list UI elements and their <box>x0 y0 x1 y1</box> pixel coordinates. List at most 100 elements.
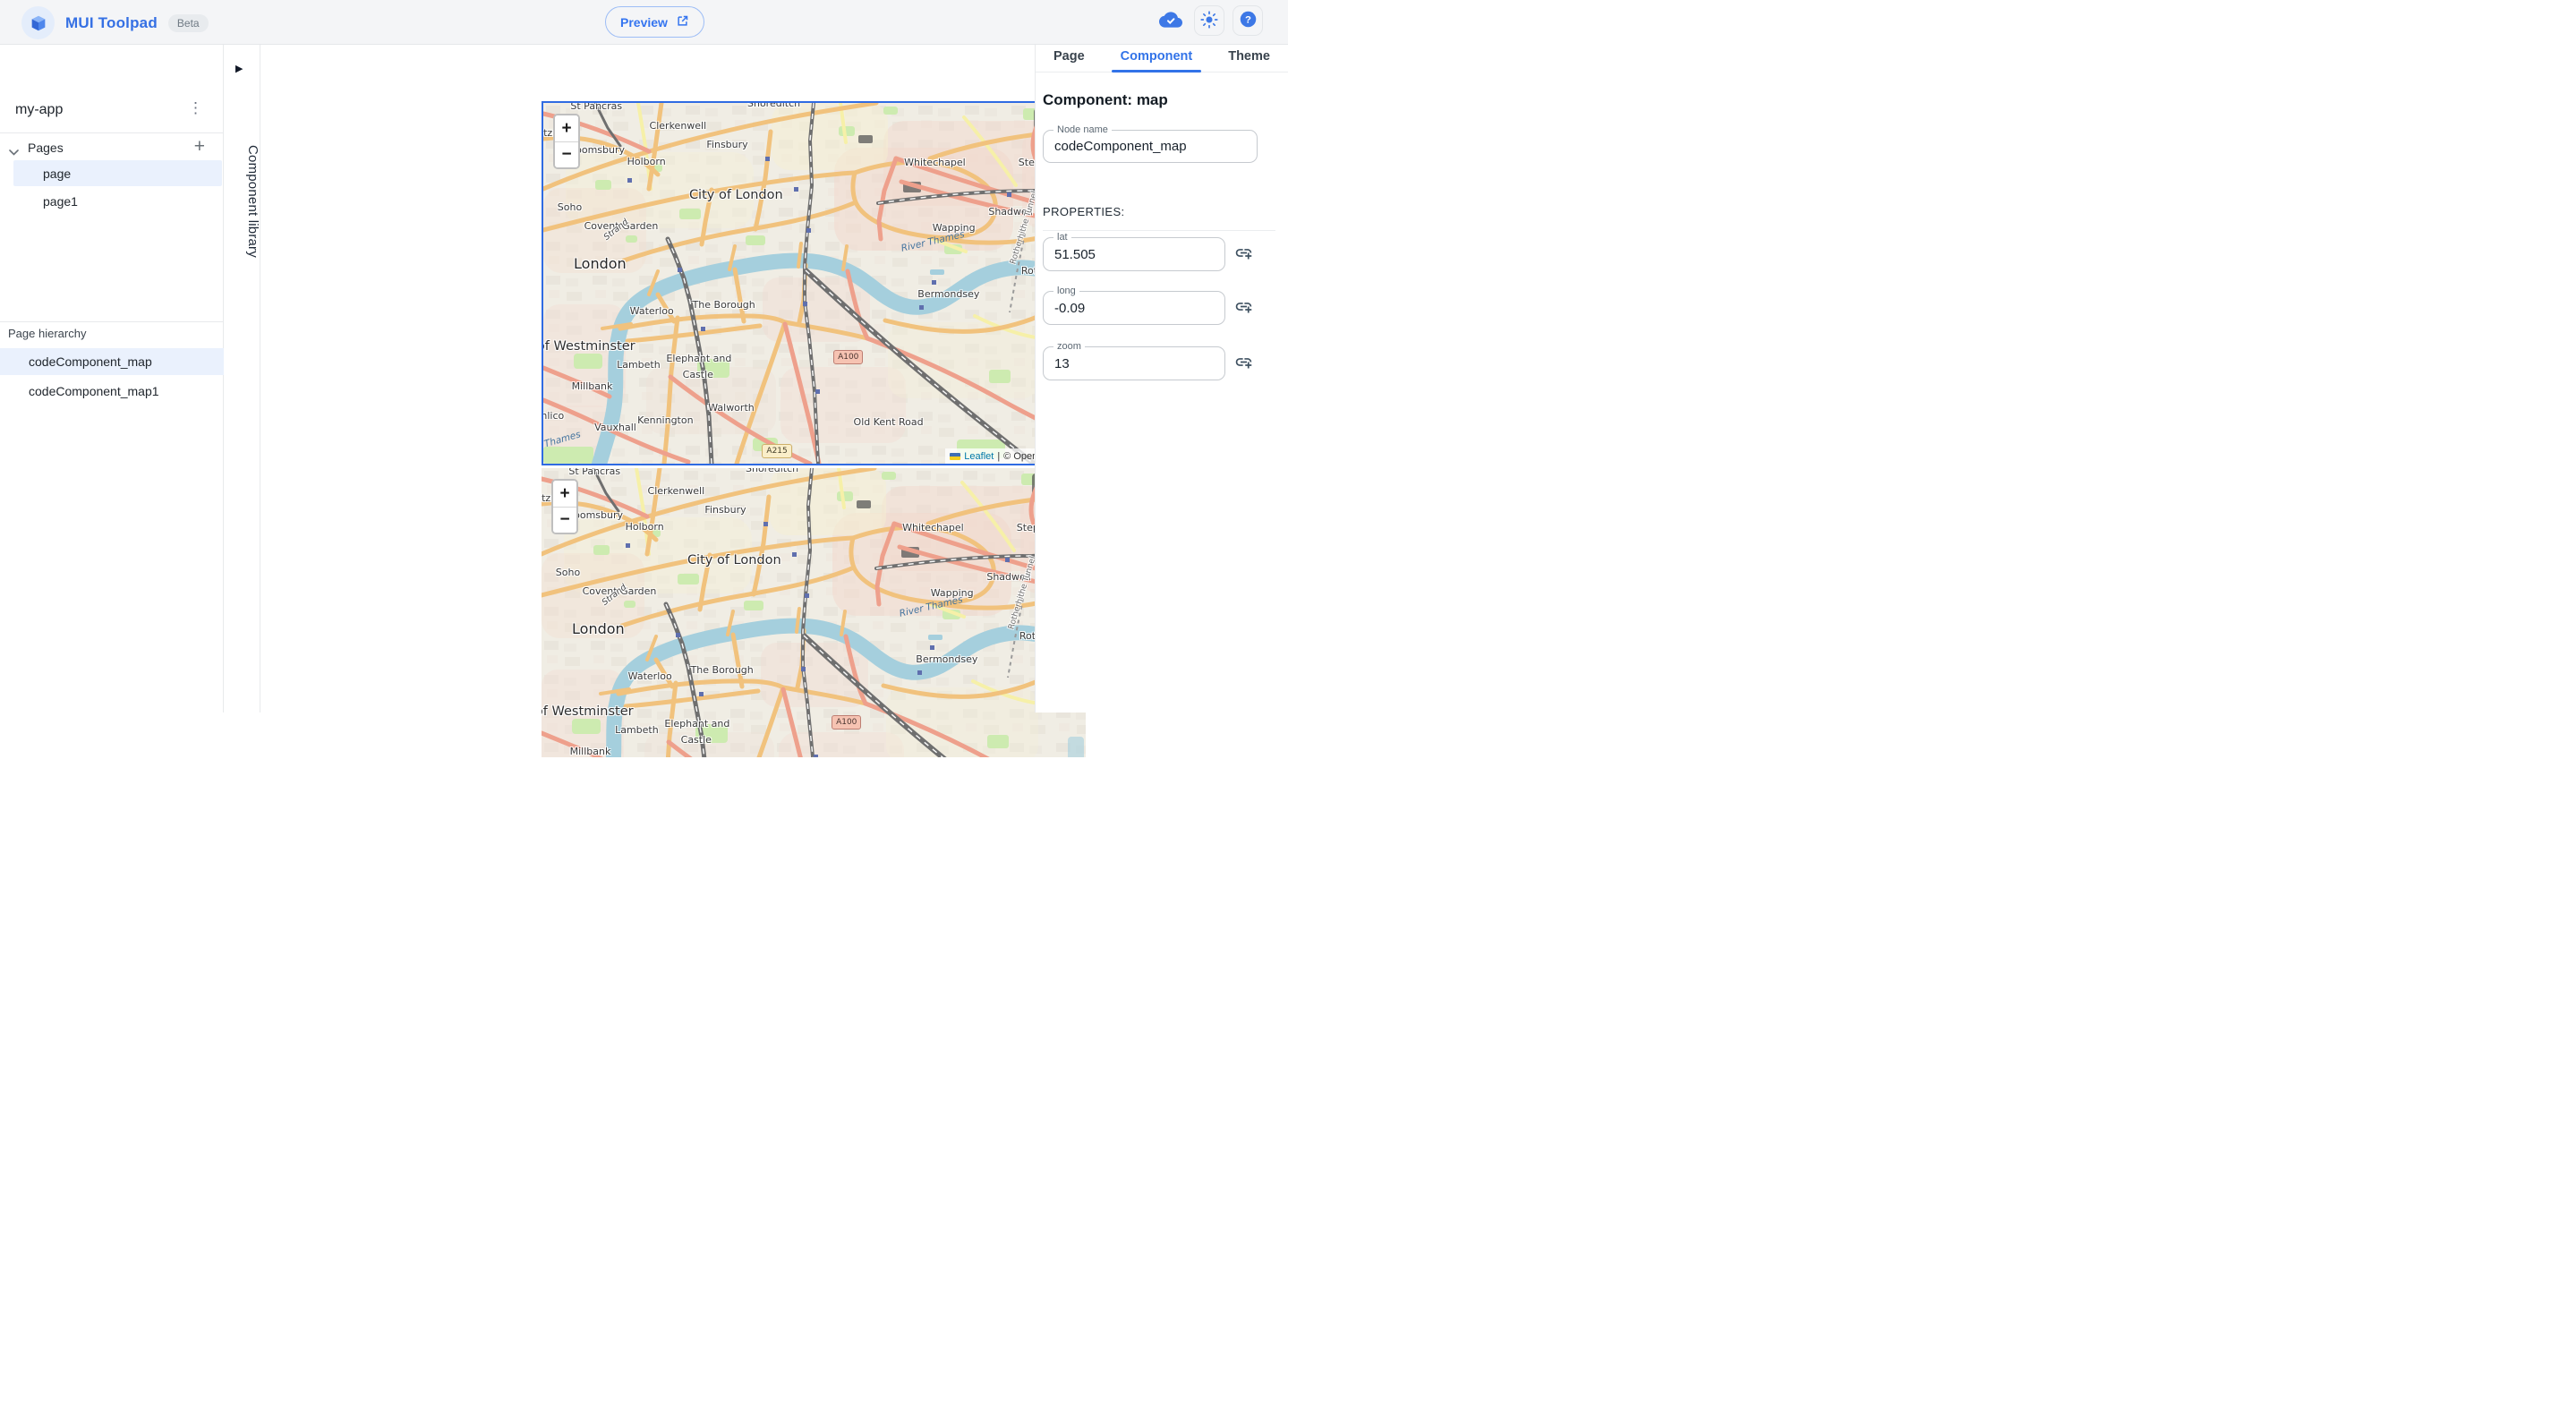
explorer-sidebar: my-app ⋮ Pages + page page1 Page hierarc… <box>0 45 224 712</box>
map-zoom-control: + − <box>551 479 578 534</box>
map-label: Millbank <box>571 380 613 392</box>
map-label: Whitechapel <box>904 156 966 168</box>
tab-page[interactable]: Page <box>1045 45 1094 72</box>
map-component-2[interactable]: St PancrasFitzroviaClerkenwellFinsburyBl… <box>542 468 1088 757</box>
leaflet-map[interactable]: St PancrasFitzroviaClerkenwellFinsburyBl… <box>542 468 1086 757</box>
map-label: Shoreditch <box>746 468 799 475</box>
map-label: Castle <box>682 369 713 381</box>
map-label: The Borough <box>690 664 754 677</box>
page-hierarchy-label: Page hierarchy <box>8 327 87 340</box>
map-label: Vauxhall <box>594 422 636 434</box>
attribution-separator: | <box>997 450 1001 462</box>
page-item-label: page <box>43 166 72 181</box>
map-label: Clerkenwell <box>647 485 705 498</box>
map-label: City of London <box>688 188 783 203</box>
sidebar-item-page[interactable]: page <box>13 160 222 186</box>
map-label: A100 <box>832 715 862 730</box>
help-button[interactable]: ? <box>1233 5 1263 36</box>
hierarchy-item-codecomponent-map1[interactable]: codeComponent_map1 <box>0 378 224 405</box>
toolpad-logo-icon <box>21 6 55 39</box>
svg-text:?: ? <box>1245 15 1251 26</box>
map-label: Waterloo <box>629 305 674 318</box>
preview-button-label: Preview <box>620 14 668 30</box>
expand-arrow-icon[interactable]: ▶ <box>235 63 243 74</box>
map-label: Finsbury <box>704 504 746 516</box>
component-library-strip[interactable]: ▶ Component library <box>224 45 260 712</box>
bind-lat-button[interactable] <box>1233 243 1254 265</box>
ukraine-flag-icon <box>950 452 961 460</box>
long-label: long <box>1053 286 1079 297</box>
toolpad-logo-home-link[interactable]: MUI Toolpad Beta <box>21 6 209 39</box>
chevron-down-icon[interactable] <box>9 144 19 160</box>
inspector-divider <box>1043 230 1275 231</box>
map-label: St Pancras <box>568 468 621 477</box>
map-label: City of Westminster <box>543 339 635 354</box>
app-menu-kebab-icon[interactable]: ⋮ <box>188 100 203 115</box>
component-library-label: Component library <box>245 145 260 258</box>
header-actions: ? <box>1156 5 1263 36</box>
map-label: Old Kent Road <box>853 416 924 429</box>
map-label: A100 <box>833 350 864 365</box>
add-page-button[interactable]: + <box>194 136 205 158</box>
leaflet-link[interactable]: Leaflet <box>964 451 994 462</box>
map-label: The Borough <box>692 299 755 311</box>
tab-component[interactable]: Component <box>1111 45 1202 73</box>
sidebar-item-page1[interactable]: page1 <box>13 188 222 214</box>
map-label: A215 <box>762 444 792 459</box>
leaflet-map[interactable]: St PancrasFitzroviaClerkenwellFinsburyBl… <box>543 103 1088 464</box>
add-link-icon <box>1234 243 1253 265</box>
pages-section-header[interactable]: Pages + <box>0 136 223 160</box>
bind-zoom-button[interactable] <box>1233 353 1254 374</box>
sidebar-divider <box>0 132 223 133</box>
hierarchy-item-label: codeComponent_map1 <box>29 384 159 398</box>
map-label: Bermondsey <box>916 653 978 666</box>
sidebar-divider <box>0 321 223 322</box>
zoom-field: zoom <box>1043 341 1225 380</box>
app-name-row: my-app ⋮ <box>0 91 223 131</box>
map-label: Millbank <box>569 745 611 757</box>
map-label: Elephant and <box>666 353 732 365</box>
hierarchy-item-label: codeComponent_map <box>29 354 152 369</box>
map-label: Castle <box>680 734 712 747</box>
sync-status-button[interactable] <box>1156 5 1186 36</box>
map-label: Finsbury <box>706 139 748 151</box>
cloud-check-icon <box>1159 8 1182 34</box>
zoom-out-button[interactable]: − <box>555 141 578 167</box>
map-label: Waterloo <box>627 670 672 683</box>
node-name-field: Node name <box>1043 124 1258 163</box>
lat-label: lat <box>1053 232 1071 243</box>
map-label: St Pancras <box>570 103 623 112</box>
sun-icon <box>1200 10 1218 31</box>
map-label: Soho <box>557 201 583 214</box>
page-item-label: page1 <box>43 193 78 209</box>
map-label: Shoreditch <box>747 103 801 110</box>
map-zoom-control: + − <box>553 114 580 169</box>
map-label: Holborn <box>627 155 666 167</box>
beta-badge: Beta <box>167 13 209 32</box>
inspector-panel: Page Component Theme Component: map Node… <box>1035 45 1288 712</box>
zoom-out-button[interactable]: − <box>553 507 576 533</box>
bind-long-button[interactable] <box>1233 297 1254 319</box>
map-label: Kennington <box>637 414 694 427</box>
properties-heading: PROPERTIES: <box>1043 205 1125 218</box>
zoom-label: zoom <box>1053 341 1085 353</box>
app-name: my-app <box>15 102 64 117</box>
zoom-in-button[interactable]: + <box>555 115 578 141</box>
app-title: MUI Toolpad <box>65 13 158 31</box>
preview-button[interactable]: Preview <box>605 6 704 38</box>
map-label: Bermondsey <box>917 288 980 301</box>
hierarchy-item-codecomponent-map[interactable]: codeComponent_map <box>0 348 224 375</box>
map-label: London <box>572 620 625 638</box>
lat-field: lat <box>1043 232 1225 271</box>
zoom-in-button[interactable]: + <box>553 481 576 507</box>
map-label: Soho <box>555 567 581 579</box>
map-label: Elephant and <box>664 718 730 730</box>
theme-mode-button[interactable] <box>1194 5 1224 36</box>
map-label: Lambeth <box>617 358 661 371</box>
app-header: MUI Toolpad Beta Preview ? <box>0 0 1288 45</box>
map-label: Clerkenwell <box>649 120 707 132</box>
help-question-icon: ? <box>1239 10 1258 31</box>
add-link-icon <box>1234 297 1253 319</box>
add-link-icon <box>1234 353 1253 374</box>
tab-theme[interactable]: Theme <box>1219 45 1279 72</box>
